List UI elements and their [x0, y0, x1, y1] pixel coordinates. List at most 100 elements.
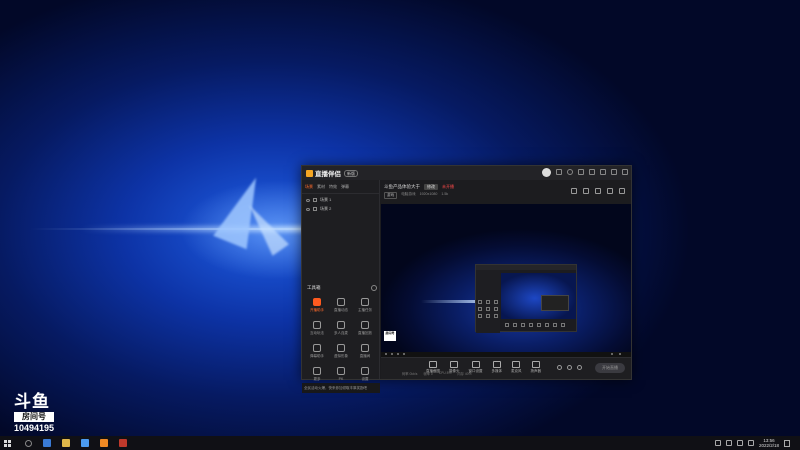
pause-icon[interactable]: [567, 365, 572, 370]
room-edit-button[interactable]: 修改: [424, 184, 438, 190]
share-icon[interactable]: [619, 188, 625, 194]
app-logo-icon: [306, 169, 313, 177]
clock[interactable]: 13:56 2022/2/18: [759, 438, 779, 448]
media-button[interactable]: 多媒体: [492, 361, 502, 374]
streaming-app-window: 直播伴侣 新版 场景 素材 特效 弹幕 场景 1 场景 2 工具箱 开播助手 直…: [301, 165, 632, 393]
streaming-app-taskbar-icon[interactable]: [100, 439, 108, 447]
edge-icon[interactable]: [43, 439, 51, 447]
app-titlebar[interactable]: 直播伴侣 新版: [302, 166, 631, 180]
room-number: 10494195: [14, 423, 55, 433]
folder-icon[interactable]: [62, 439, 70, 447]
visibility-icon[interactable]: [306, 198, 310, 202]
record-icon[interactable]: [557, 365, 562, 370]
toolbox-header: 工具箱: [307, 285, 377, 291]
lock-icon[interactable]: [313, 198, 317, 202]
visibility-icon[interactable]: [306, 207, 310, 211]
room-meta: 游戏 电脑游戏 1920x1080 1.5k: [384, 192, 448, 199]
help-icon[interactable]: [567, 169, 573, 175]
tool-avatar[interactable]: 虚拟形象: [329, 344, 353, 359]
clock-date: 2022/2/18: [758, 443, 779, 448]
douyu-taskbar-icon[interactable]: [119, 439, 127, 447]
scene-item[interactable]: 场景 2: [302, 203, 379, 212]
notification-icon[interactable]: [784, 439, 790, 447]
start-live-button[interactable]: 开始直播: [595, 363, 625, 373]
viewer-count: 1.5k: [441, 192, 449, 196]
timeline-tick: [397, 353, 399, 355]
tab-scenes[interactable]: 场景: [305, 184, 313, 190]
avatar[interactable]: [542, 168, 551, 177]
lock-icon[interactable]: [583, 188, 589, 194]
tool-stream-assistant[interactable]: 开播助手: [305, 298, 329, 313]
tab-effects[interactable]: 特效: [329, 184, 337, 190]
windows-start-icon[interactable]: [4, 439, 11, 447]
tool-multi-mic[interactable]: 多人连麦: [329, 321, 353, 336]
home-icon[interactable]: [571, 188, 577, 194]
network-icon[interactable]: [725, 440, 732, 446]
tab-materials[interactable]: 素材: [317, 184, 325, 190]
tool-pk[interactable]: PK: [329, 367, 353, 382]
speaker-button[interactable]: 扬声器: [531, 361, 541, 374]
speaker-icon: [531, 361, 540, 368]
tool-icon: [313, 344, 321, 352]
tool-danmaku[interactable]: 弹幕助手: [305, 344, 329, 359]
bell-icon[interactable]: [607, 188, 613, 194]
category-badge[interactable]: 游戏: [384, 192, 398, 199]
settings-icon[interactable]: [578, 169, 584, 175]
app-icon[interactable]: [81, 439, 89, 447]
main-panel: 斗鱼产品体验大于 修改 未开播 游戏 电脑游戏 1920x1080 1.5k 房…: [381, 180, 631, 379]
version-badge[interactable]: 新版: [344, 169, 358, 177]
memory-usage: 内存 40%: [457, 372, 472, 376]
chevron-up-icon[interactable]: [714, 440, 721, 446]
gear-icon[interactable]: [577, 365, 582, 370]
inner-bottom-bar: [501, 321, 576, 329]
menu-icon[interactable]: [600, 169, 606, 175]
lock-icon[interactable]: [313, 207, 317, 211]
skin-icon[interactable]: [589, 169, 595, 175]
sidebar-tabs: 场景 素材 特效 弹幕: [302, 180, 379, 194]
desktop-wallpaper: 斗鱼 房间号 10494195 直播伴侣 新版 场景 素材 特效 弹幕 场景 1…: [0, 0, 800, 436]
app-name: 直播伴侣: [315, 171, 341, 178]
status-strip: 码率 0kb/s 帧率 0 CPU 8% 内存 40%: [402, 371, 472, 376]
search-icon[interactable]: [25, 439, 32, 447]
mic-button[interactable]: 麦克风: [511, 361, 522, 374]
tool-settings[interactable]: 设置: [353, 367, 377, 382]
inner-tools: [478, 300, 498, 318]
main-toolbar: [571, 188, 625, 194]
tool-interactive[interactable]: 互动玩法: [305, 321, 329, 336]
window-controls: [556, 169, 628, 175]
live-status: 未开播: [442, 184, 454, 189]
tool-live-feed[interactable]: 直播动态: [329, 298, 353, 313]
timeline-tick: [611, 353, 613, 355]
gift-icon[interactable]: [595, 188, 601, 194]
screenshot-icon: [429, 361, 437, 368]
tool-replay[interactable]: 直播回放: [353, 321, 377, 336]
scene-label: 场景 2: [320, 206, 332, 211]
mic-icon: [512, 361, 521, 368]
minimize-icon[interactable]: [611, 169, 617, 175]
close-icon[interactable]: [622, 169, 628, 175]
tool-icon: [313, 298, 321, 306]
volume-icon[interactable]: [736, 440, 743, 446]
system-tray: 13:56 2022/2/18: [714, 438, 790, 448]
media-icon: [492, 361, 501, 368]
room-title-bar: 斗鱼产品体验大于 修改 未开播: [384, 184, 454, 190]
tool-more[interactable]: 更多: [305, 367, 329, 382]
stream-preview[interactable]: 房间号: [381, 204, 631, 357]
recursive-app-capture: [475, 264, 577, 333]
message-icon[interactable]: [556, 169, 562, 175]
window-icon: [471, 361, 480, 368]
record-controls: [557, 365, 582, 370]
tool-icon: [361, 298, 369, 306]
tab-danmaku[interactable]: 弹幕: [341, 184, 349, 190]
timeline-tick: [619, 353, 621, 355]
timeline-tick: [385, 353, 387, 355]
notice-bar[interactable]: 全民活动火爆，快来参加领取丰厚奖励吧: [302, 383, 380, 393]
tool-icon: [313, 367, 321, 375]
preview-watermark: 房间号: [384, 331, 396, 341]
scene-item[interactable]: 场景 1: [302, 194, 379, 203]
toolbox-settings-icon[interactable]: [371, 285, 377, 291]
tool-room[interactable]: 直播间: [353, 344, 377, 359]
tool-icon: [361, 321, 369, 329]
tool-tasks[interactable]: 主播任务: [353, 298, 377, 313]
ime-icon[interactable]: [747, 440, 754, 446]
